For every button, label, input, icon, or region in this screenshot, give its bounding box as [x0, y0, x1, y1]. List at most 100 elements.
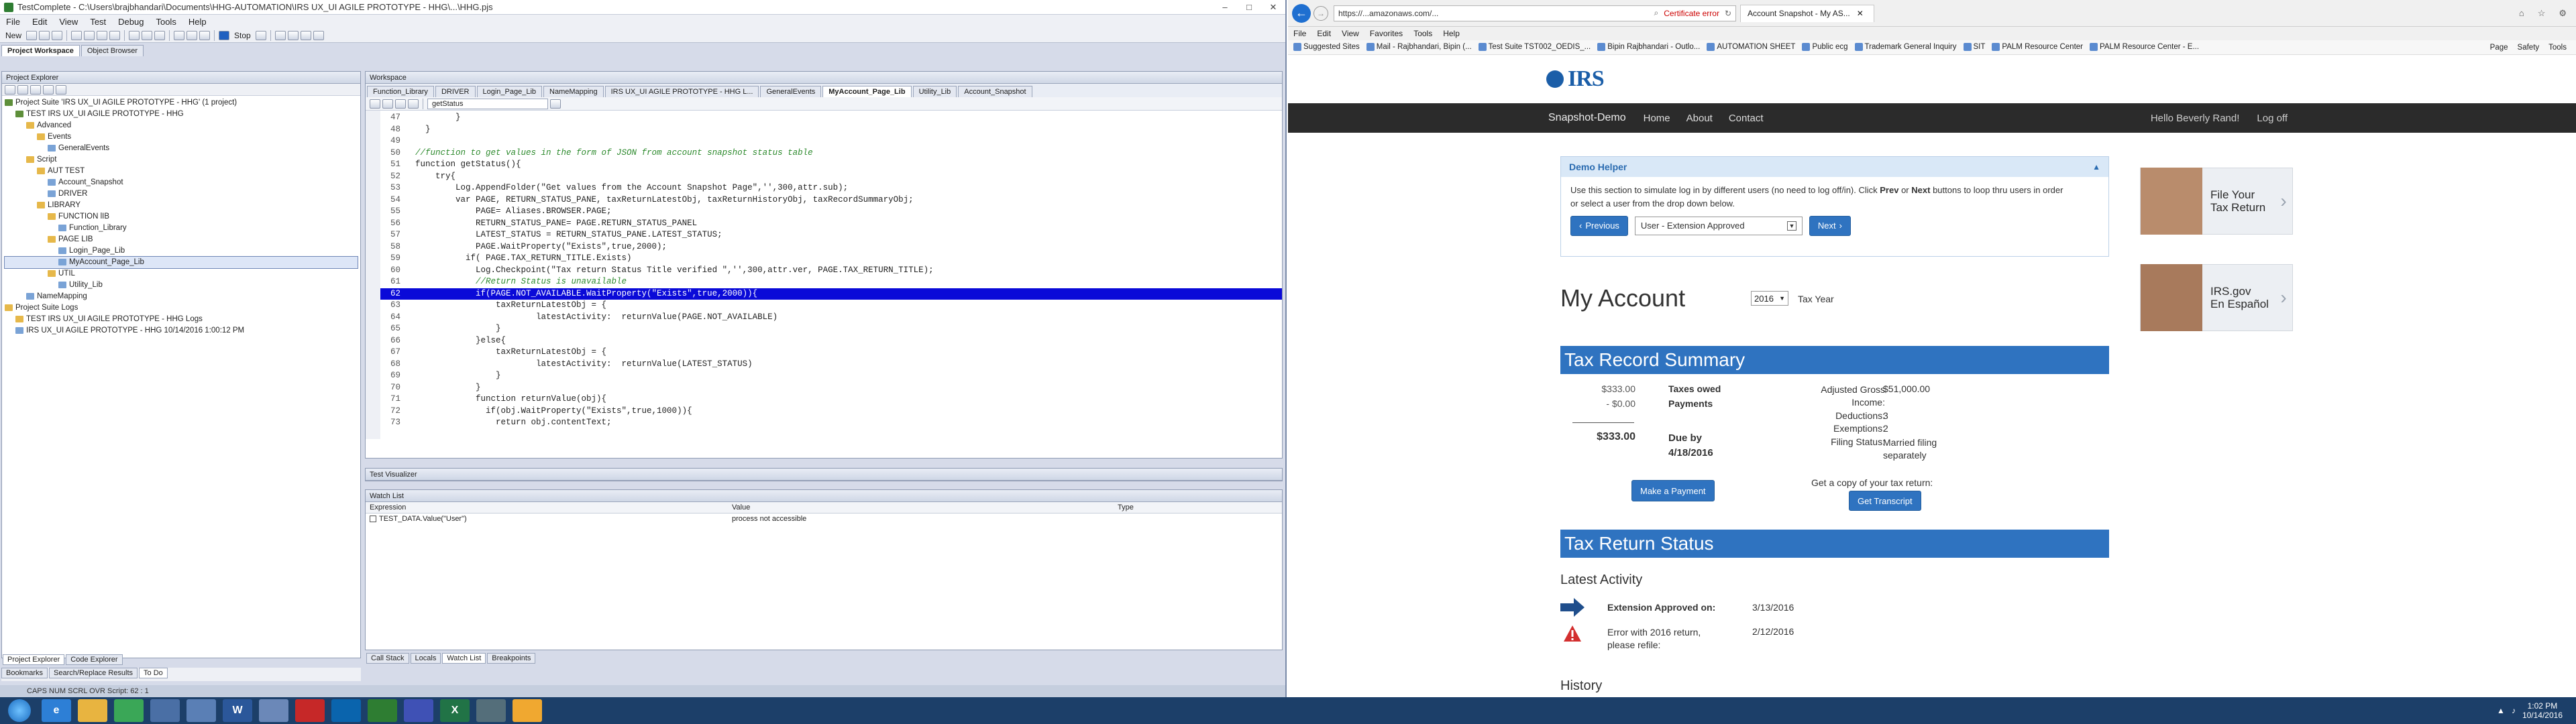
code-line[interactable]: 62 if(PAGE.NOT_AVAILABLE.WaitProperty("E… — [380, 288, 1282, 300]
tree-node[interactable]: Script — [5, 154, 358, 166]
nav-brand[interactable]: Snapshot-Demo — [1548, 112, 1626, 124]
menu-help[interactable]: Help — [182, 17, 213, 27]
code-line[interactable]: 73 return obj.contentText; — [380, 417, 1282, 429]
editor-tab[interactable]: IRS UX_UI AGILE PROTOTYPE - HHG L... — [604, 86, 759, 97]
favorite-link[interactable]: Test Suite TST002_OEDIS_... — [1478, 43, 1591, 52]
tray-volume-icon[interactable]: ♪ — [2512, 706, 2516, 715]
explorer-remove-icon[interactable] — [17, 84, 28, 95]
nav-about[interactable]: About — [1686, 113, 1713, 124]
tree-node[interactable]: UTIL — [5, 268, 358, 280]
search-icon[interactable]: ⌕ — [1654, 8, 1659, 18]
tree-node[interactable]: Utility_Lib — [5, 280, 358, 291]
stop-icon[interactable] — [219, 30, 230, 40]
taskbar-app2-icon[interactable] — [186, 699, 216, 722]
tab-locals[interactable]: Locals — [410, 653, 441, 664]
ie-menu-tools[interactable]: Tools — [1408, 29, 1438, 38]
tree-node[interactable]: FUNCTION lIB — [5, 211, 358, 223]
window-icon[interactable] — [313, 30, 324, 40]
command-bar-item[interactable]: Tools — [2548, 44, 2567, 52]
favorites-star-icon[interactable]: ☆ — [2538, 8, 2546, 19]
tree-node[interactable]: Login_Page_Lib — [5, 245, 358, 257]
start-button-icon[interactable] — [8, 699, 31, 722]
code-line[interactable]: 68 latestActivity: returnValue(LATEST_ST… — [380, 359, 1282, 371]
code-line[interactable]: 55 PAGE= Aliases.BROWSER.PAGE; — [380, 206, 1282, 218]
tab-breakpoints[interactable]: Breakpoints — [487, 653, 536, 664]
editor-tab[interactable]: Function_Library — [367, 86, 434, 97]
next-button[interactable]: Next › — [1809, 216, 1851, 236]
editor-indent-icon[interactable] — [408, 99, 419, 109]
explorer-add-icon[interactable] — [5, 84, 15, 95]
code-line[interactable]: 51 function getStatus(){ — [380, 159, 1282, 171]
code-line[interactable]: 65 } — [380, 323, 1282, 335]
tree-node[interactable]: Project Suite Logs — [5, 302, 358, 314]
ie-menu-edit[interactable]: Edit — [1311, 29, 1336, 38]
chevron-up-icon[interactable]: ▲ — [2092, 162, 2100, 172]
delete-icon[interactable] — [109, 30, 121, 40]
taskbar-excel-icon[interactable]: X — [440, 699, 470, 722]
favorite-link[interactable]: Bipin Rajbhandari - Outlo... — [1597, 43, 1700, 52]
editor-forward-icon[interactable] — [382, 99, 393, 109]
code-line[interactable]: 54 var PAGE, RETURN_STATUS_PANE, taxRetu… — [380, 194, 1282, 206]
code-line[interactable]: 61 //Return Status is unavailable — [380, 276, 1282, 288]
tree-node[interactable]: PAGE LIB — [5, 234, 358, 245]
taskbar-word-icon[interactable]: W — [223, 699, 252, 722]
address-bar[interactable]: https://...amazonaws.com/... ⌕ Certifica… — [1334, 5, 1736, 21]
explorer-search-icon[interactable] — [56, 84, 66, 95]
certificate-error[interactable]: Certificate error — [1658, 9, 1725, 18]
user-select[interactable]: User - Extension Approved ▼ — [1634, 217, 1803, 235]
pause-icon[interactable] — [199, 30, 211, 40]
command-bar-item[interactable]: Page — [2490, 44, 2508, 52]
tree-node[interactable]: IRS UX_UI AGILE PROTOTYPE - HHG 10/14/20… — [5, 325, 358, 337]
record-icon[interactable] — [186, 30, 198, 40]
tab-project-workspace[interactable]: Project Workspace — [1, 45, 80, 56]
editor-tab[interactable]: Login_Page_Lib — [476, 86, 543, 97]
tray-network-icon[interactable]: ▲ — [2497, 706, 2505, 715]
ie-menu-view[interactable]: View — [1336, 29, 1364, 38]
code-line[interactable]: 67 taxReturnLatestObj = { — [380, 347, 1282, 359]
editor-tab[interactable]: GeneralEvents — [760, 86, 822, 97]
watch-col-value[interactable]: Value — [728, 502, 1114, 513]
code-line[interactable]: 70 } — [380, 382, 1282, 394]
editor-tab[interactable]: Utility_Lib — [912, 86, 957, 97]
code-line[interactable]: 52 try{ — [380, 171, 1282, 183]
previous-button[interactable]: ‹ Previous — [1570, 216, 1628, 236]
code-line[interactable]: 47 } — [380, 112, 1282, 124]
tree-node[interactable]: TEST IRS UX_UI AGILE PROTOTYPE - HHG — [5, 109, 358, 120]
tree-node[interactable]: MyAccount_Page_Lib — [4, 256, 358, 269]
layout-icon[interactable] — [274, 30, 286, 40]
command-bar-item[interactable]: Safety — [2518, 44, 2540, 52]
code-line[interactable]: 60 Log.Checkpoint("Tax return Status Tit… — [380, 265, 1282, 277]
make-payment-button[interactable]: Make a Payment — [1631, 480, 1715, 501]
taskbar-ie-icon[interactable]: e — [42, 699, 71, 722]
taskbar-testcomplete-icon[interactable] — [404, 699, 433, 722]
menu-view[interactable]: View — [53, 17, 84, 27]
editor-goto-icon[interactable] — [550, 99, 561, 109]
editor-back-icon[interactable] — [370, 99, 380, 109]
menu-tools[interactable]: Tools — [150, 17, 182, 27]
forward-icon[interactable]: → — [1313, 5, 1328, 21]
watch-col-expression[interactable]: Expression — [366, 502, 728, 513]
code-line[interactable]: 71 function returnValue(obj){ — [380, 394, 1282, 406]
explorer-run-icon[interactable] — [43, 84, 54, 95]
code-line[interactable]: 49 — [380, 135, 1282, 147]
menu-debug[interactable]: Debug — [112, 17, 150, 27]
cut-icon[interactable] — [71, 30, 83, 40]
back-icon[interactable]: ← — [1292, 3, 1311, 23]
editor-tab[interactable]: NameMapping — [543, 86, 604, 97]
save-all-icon[interactable] — [52, 30, 63, 40]
nav-hello-user[interactable]: Hello Beverly Rand! — [2151, 113, 2240, 124]
tray-clock[interactable]: 1:02 PM 10/14/2016 — [2522, 701, 2563, 720]
favorite-link[interactable]: Suggested Sites — [1293, 43, 1360, 52]
watch-row[interactable]: TEST_DATA.Value("User") process not acce… — [366, 514, 1282, 525]
tree-node[interactable]: Advanced — [5, 120, 358, 131]
tree-node[interactable]: TEST IRS UX_UI AGILE PROTOTYPE - HHG Log… — [5, 314, 358, 325]
tab-code-explorer[interactable]: Code Explorer — [66, 654, 123, 665]
tree-node[interactable]: DRIVER — [5, 188, 358, 200]
code-line[interactable]: 57 LATEST_STATUS = RETURN_STATUS_PANE.LA… — [380, 229, 1282, 241]
taskbar-app3-icon[interactable] — [259, 699, 288, 722]
nav-contact[interactable]: Contact — [1729, 113, 1764, 124]
editor-tab[interactable]: DRIVER — [435, 86, 476, 97]
taskbar-app6-icon[interactable] — [513, 699, 542, 722]
code-line[interactable]: 50 //function to get values in the form o… — [380, 147, 1282, 160]
tab-bookmarks[interactable]: Bookmarks — [1, 668, 48, 678]
